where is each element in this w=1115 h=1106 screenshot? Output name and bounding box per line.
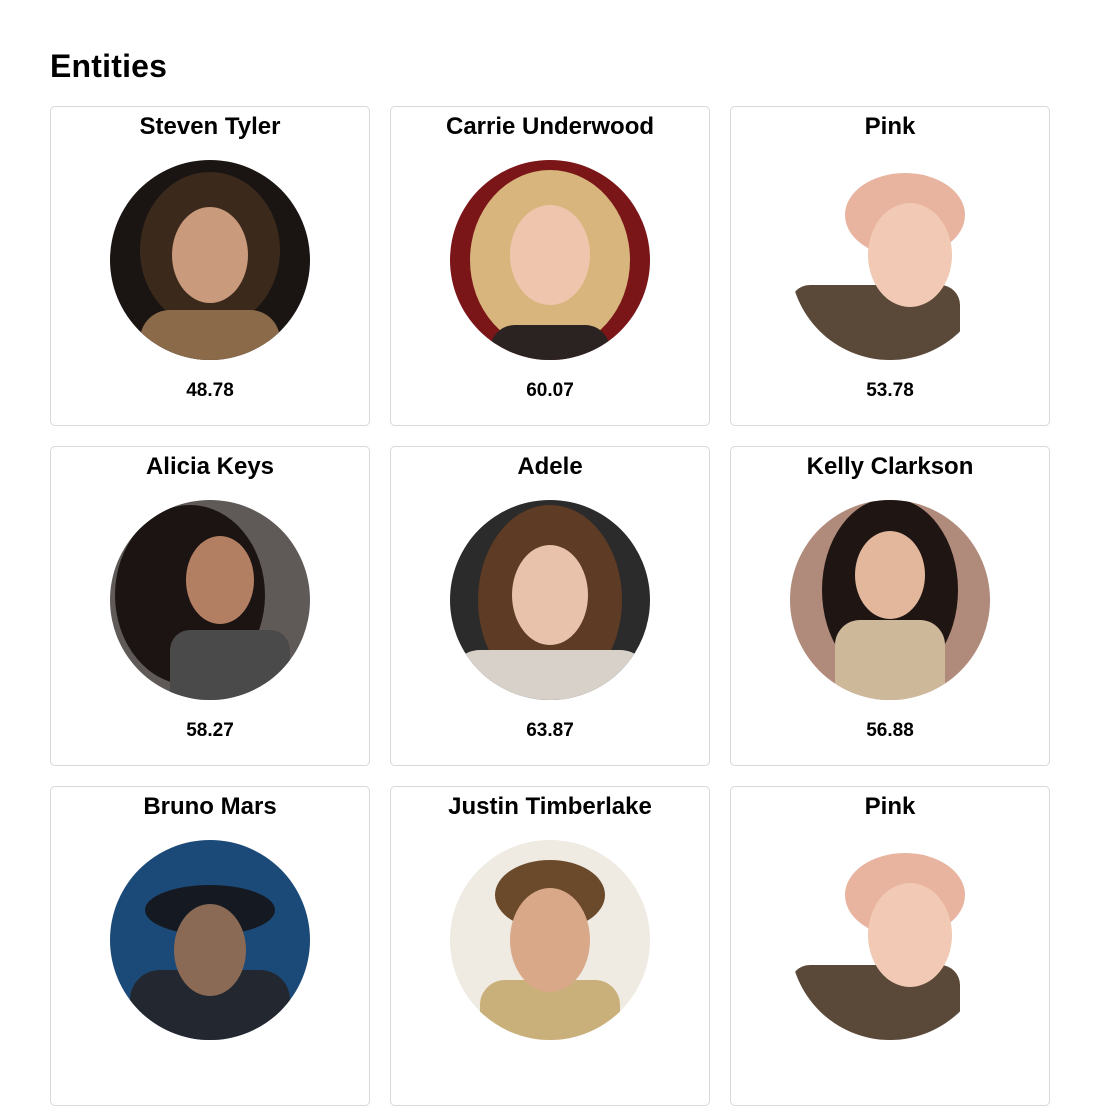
entity-avatar [110,160,310,360]
entity-name: Kelly Clarkson [806,453,974,480]
entity-card[interactable]: Steven Tyler 48.78 [50,106,370,426]
entity-card[interactable]: Pink [730,786,1050,1106]
page-title: Entities [50,48,168,84]
entity-score: 56.88 [866,720,914,741]
entity-card[interactable]: Alicia Keys 58.27 [50,446,370,766]
entity-avatar [110,840,310,1040]
entity-avatar [790,840,990,1040]
entity-name: Pink [864,113,916,140]
entity-card[interactable]: Bruno Mars [50,786,370,1106]
entity-avatar [450,500,650,700]
entity-score: 63.87 [526,720,574,741]
entity-name: Justin Timberlake [448,793,652,820]
entity-name: Adele [517,453,583,480]
entity-card[interactable]: Kelly Clarkson 56.88 [730,446,1050,766]
entity-avatar [450,160,650,360]
entity-avatar [110,500,310,700]
entity-card[interactable]: Adele 63.87 [390,446,710,766]
entity-card[interactable]: Carrie Underwood 60.07 [390,106,710,426]
entity-grid: Steven Tyler 48.78 Carrie Underwood 60.0… [50,106,1050,1106]
entity-avatar [790,500,990,700]
entity-name: Pink [864,793,916,820]
entity-name: Steven Tyler [139,113,281,140]
entity-score: 48.78 [186,380,234,401]
entity-score: 58.27 [186,720,234,741]
entity-avatar [450,840,650,1040]
entity-name: Bruno Mars [143,793,277,820]
entity-avatar [790,160,990,360]
entity-score: 53.78 [866,380,914,401]
entity-score: 60.07 [526,380,574,401]
entity-name: Carrie Underwood [445,113,655,140]
entity-name: Alicia Keys [145,453,275,480]
entity-card[interactable]: Justin Timberlake [390,786,710,1106]
entity-card[interactable]: Pink 53.78 [730,106,1050,426]
